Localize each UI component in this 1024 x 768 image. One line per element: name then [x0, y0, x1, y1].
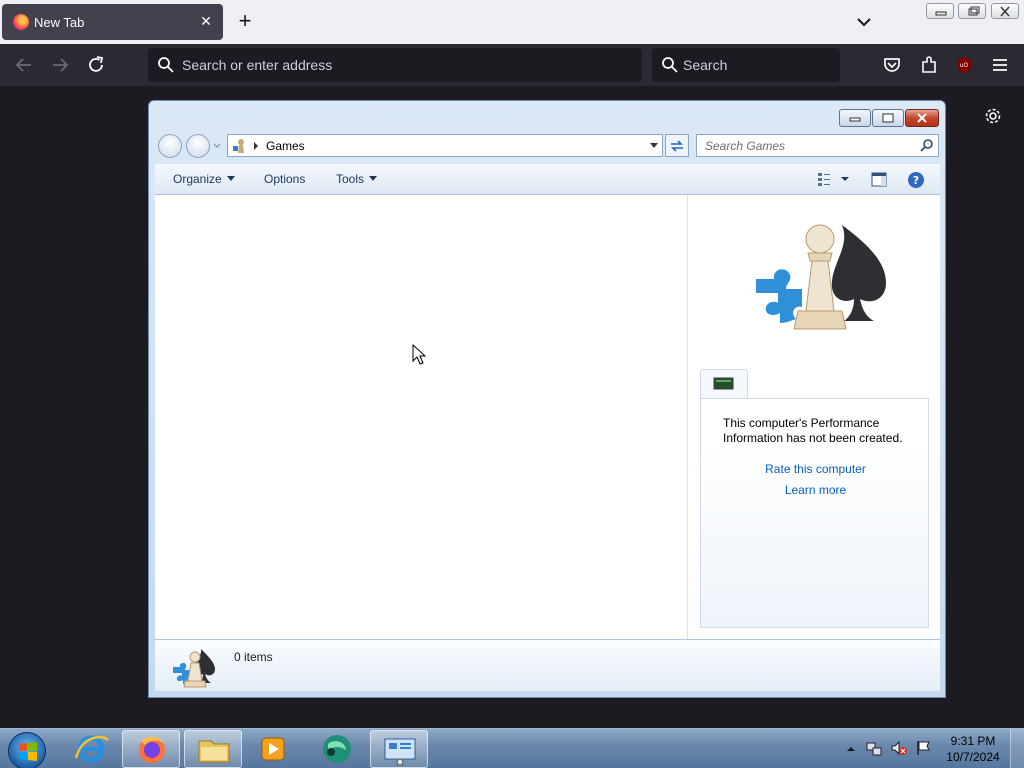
svg-text:?: ? [913, 174, 919, 187]
search-icon [158, 57, 174, 73]
control-panel-icon[interactable] [370, 730, 428, 768]
mouse-cursor-icon [412, 344, 427, 365]
extensions-icon[interactable] [918, 54, 940, 76]
minimize-button[interactable] [926, 3, 954, 19]
details-pane: This computer's Performance Information … [687, 195, 940, 639]
minimize-icon [849, 117, 861, 122]
preview-pane-icon[interactable] [871, 172, 887, 187]
media-player-icon[interactable] [244, 730, 302, 768]
options-button[interactable]: Options [264, 172, 305, 186]
games-file-list[interactable] [155, 195, 687, 639]
forward-arrow-icon[interactable] [49, 54, 71, 76]
breadcrumb-games[interactable]: Games [266, 139, 305, 153]
restore-icon [882, 113, 894, 123]
close-icon [1000, 6, 1010, 17]
forward-button[interactable] [186, 134, 210, 158]
control-panel-window-icon [384, 738, 416, 766]
search-games-placeholder: Search Games [705, 139, 786, 153]
restore-button[interactable] [958, 3, 986, 19]
performance-tab[interactable] [700, 369, 748, 399]
games-icon [173, 649, 215, 688]
tab-close-button[interactable]: ✕ [197, 12, 215, 30]
show-desktop-button[interactable] [1010, 729, 1024, 768]
minimize-icon [935, 11, 947, 16]
performance-message: This computer's Performance Information … [723, 416, 903, 445]
maximize-button[interactable] [872, 109, 904, 127]
ublock-icon[interactable]: uO [953, 54, 975, 76]
network-icon[interactable] [866, 740, 882, 756]
firefox-tab-strip: New Tab ✕ + [0, 0, 1024, 44]
system-clock[interactable]: 9:31 PM 10/7/2024 [940, 733, 1006, 765]
ie-logo-icon [74, 735, 109, 763]
windows-start-icon[interactable] [8, 732, 46, 768]
show-hidden-icons-icon[interactable] [846, 745, 856, 753]
search-icon [662, 57, 678, 73]
breadcrumb-address-bar[interactable]: Games [227, 134, 663, 157]
menu-icon[interactable] [989, 54, 1011, 76]
tab-title: New Tab [34, 15, 85, 30]
organize-menu[interactable]: Organize [173, 172, 235, 186]
views-button[interactable] [817, 171, 853, 192]
action-center-flag-icon[interactable] [915, 740, 931, 756]
search-placeholder: Search [683, 57, 728, 73]
search-bar[interactable]: Search [652, 48, 840, 82]
back-arrow-icon[interactable] [13, 54, 35, 76]
minimize-button[interactable] [839, 109, 871, 127]
back-button[interactable] [158, 134, 182, 158]
media-play-icon [261, 737, 285, 761]
search-icon[interactable] [920, 138, 934, 152]
organize-label: Organize [173, 172, 222, 186]
restore-icon [968, 6, 980, 16]
close-icon [917, 113, 927, 123]
taskbar: 9:31 PM 10/7/2024 [0, 728, 1024, 768]
browser-app-icon[interactable] [306, 730, 364, 768]
refresh-icon [671, 140, 683, 152]
games-explorer-window: Games Search Games Organize Options Tool… [148, 100, 946, 698]
file-explorer-icon[interactable] [184, 730, 242, 768]
close-window-button[interactable] [991, 3, 1019, 19]
caret-down-icon [369, 176, 378, 181]
learn-more-link[interactable]: Learn more [701, 483, 930, 497]
performance-info-panel: This computer's Performance Information … [700, 398, 929, 628]
firefox-icon [139, 736, 165, 763]
chevron-down-icon[interactable] [854, 12, 874, 32]
status-bar: 0 items [155, 639, 940, 691]
address-bar[interactable]: Search or enter address [148, 48, 642, 82]
volume-muted-icon[interactable] [891, 740, 907, 756]
tools-label: Tools [336, 172, 365, 186]
clock-date: 10/7/2024 [946, 750, 1000, 764]
refresh-button[interactable] [665, 134, 689, 157]
caret-down-icon [226, 176, 235, 181]
games-icon [233, 139, 244, 153]
internet-explorer-icon[interactable] [62, 730, 120, 768]
recent-pages-chevron-icon[interactable] [213, 142, 221, 150]
computer-icon [713, 377, 734, 390]
rate-this-computer-link[interactable]: Rate this computer [701, 462, 930, 476]
reload-icon[interactable] [85, 54, 107, 76]
help-icon[interactable]: ? [907, 171, 925, 189]
search-games-input[interactable]: Search Games [696, 134, 939, 157]
windows-logo-icon [19, 742, 37, 761]
chess-games-icon [756, 224, 886, 330]
tab-new-tab[interactable]: New Tab ✕ [2, 4, 223, 40]
gear-icon[interactable] [982, 105, 1004, 127]
svg-text:uO: uO [960, 62, 969, 69]
breadcrumb-chevron-icon[interactable] [253, 142, 259, 150]
command-bar: Organize Options Tools ? [155, 164, 940, 195]
new-tab-button[interactable]: + [234, 10, 256, 34]
folder-icon [198, 740, 230, 763]
address-placeholder: Search or enter address [182, 57, 333, 73]
firefox-taskbar-button[interactable] [122, 730, 180, 768]
firefox-icon [13, 14, 29, 30]
item-count: 0 items [234, 650, 273, 664]
green-globe-icon [323, 735, 351, 763]
tools-menu[interactable]: Tools [336, 172, 378, 186]
address-dropdown-icon[interactable] [650, 143, 658, 148]
close-window-button[interactable] [905, 109, 939, 127]
pocket-icon[interactable] [881, 54, 903, 76]
views-icon [818, 173, 849, 186]
clock-time: 9:31 PM [950, 734, 996, 748]
